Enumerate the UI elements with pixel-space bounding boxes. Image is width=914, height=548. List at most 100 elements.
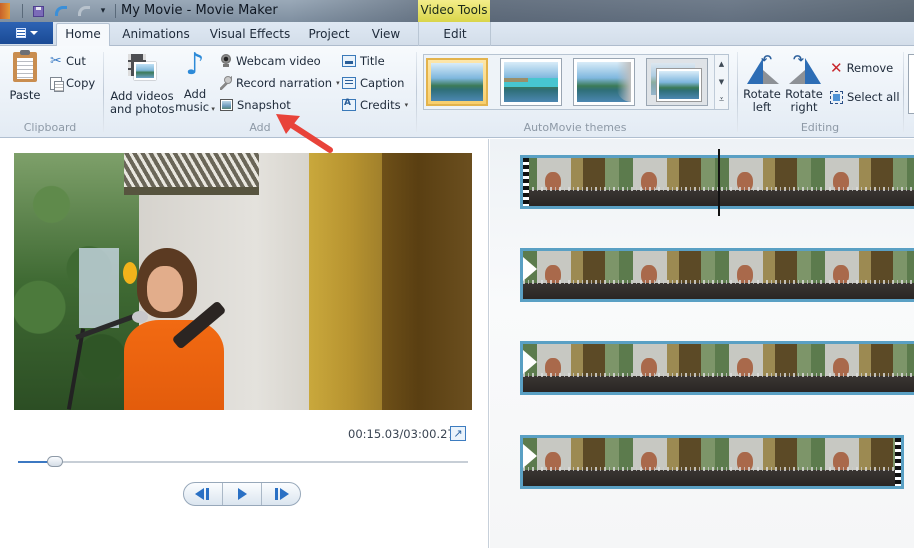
audio-waveform — [523, 467, 901, 486]
rotate-left-button[interactable]: ↶ Rotate left — [742, 54, 782, 114]
copy-icon — [50, 76, 64, 92]
title-button[interactable]: Title — [342, 52, 385, 70]
remove-button[interactable]: ✕ Remove — [830, 59, 893, 77]
annotation-arrow — [276, 114, 333, 153]
expand-arrow-icon: ↗ — [453, 426, 463, 440]
clipboard-icon — [13, 50, 37, 82]
theme-thumbnail — [657, 69, 701, 101]
window-title: My Movie - Movie Maker — [121, 3, 278, 18]
playback-controls — [183, 482, 301, 506]
undo-icon — [55, 6, 67, 16]
bar-glyph — [206, 488, 209, 500]
context-tab-divider — [418, 22, 419, 46]
copy-button[interactable]: Copy — [50, 74, 95, 92]
play-icon — [237, 488, 247, 500]
gallery-scroll-down-button[interactable]: ▼ — [715, 73, 728, 91]
add-videos-photos-button[interactable]: Add videos and photos — [110, 54, 174, 116]
preview-video-frame[interactable] — [14, 153, 472, 410]
play-button[interactable] — [223, 483, 262, 505]
gallery-scroll-up-button[interactable]: ▲ — [715, 55, 728, 73]
main-area: 00:15.03/03:00.27 ↗ — [0, 139, 914, 548]
webcam-video-button[interactable]: Webcam video — [220, 52, 321, 70]
theme-fade[interactable] — [573, 58, 635, 106]
audio-waveform — [523, 280, 914, 299]
add-videos-label-line2: and photos — [110, 102, 175, 116]
group-separator — [903, 52, 904, 132]
add-music-button[interactable]: ♪ Add music ▾ — [175, 50, 215, 116]
save-button[interactable] — [30, 3, 46, 19]
cut-label: Cut — [66, 54, 86, 68]
credits-label: Credits — [360, 98, 401, 112]
paste-button[interactable]: Paste — [8, 50, 42, 102]
scissors-icon: ✂ — [50, 53, 62, 69]
dropdown-arrow-icon: ▾ — [209, 105, 215, 113]
next-group-edge — [908, 54, 914, 114]
group-label-editing: Editing — [800, 121, 840, 134]
credits-icon — [342, 98, 356, 111]
storyboard-pane — [490, 139, 914, 548]
gallery-expand-button[interactable]: ⩡ — [715, 91, 728, 109]
seek-slider-thumb[interactable] — [47, 456, 64, 467]
clip-strip[interactable] — [520, 435, 904, 489]
select-all-button[interactable]: Select all — [830, 88, 900, 106]
group-separator — [103, 52, 104, 132]
previous-frame-button[interactable] — [184, 483, 223, 505]
automovie-themes-gallery: ▲ ▼ ⩡ — [423, 54, 729, 110]
caption-button[interactable]: Caption — [342, 74, 404, 92]
credits-button[interactable]: Credits ▾ — [342, 96, 408, 114]
group-separator — [416, 52, 417, 132]
customize-qat-button[interactable]: ▾ — [95, 3, 111, 19]
fullscreen-preview-button[interactable]: ↗ — [450, 426, 466, 441]
tab-project[interactable]: Project — [303, 24, 355, 46]
clip-strip[interactable] — [520, 341, 914, 395]
timecode-display: 00:15.03/03:00.27 — [348, 427, 455, 441]
paste-label: Paste — [9, 88, 41, 102]
preview-pane: 00:15.03/03:00.27 ↗ — [0, 139, 489, 548]
remove-label: Remove — [846, 61, 894, 75]
clip-strip[interactable] — [520, 155, 914, 209]
clip-start-sprocket — [523, 158, 529, 206]
file-menu-button[interactable] — [0, 22, 53, 44]
ribbon-tab-row: Home Animations Visual Effects Project V… — [0, 22, 914, 47]
theme-thumbnail — [431, 63, 483, 101]
theme-contemporary[interactable] — [500, 58, 562, 106]
video-tools-context-header: Video Tools — [418, 0, 490, 22]
menu-icon — [15, 28, 26, 38]
undo-button[interactable] — [53, 3, 69, 19]
music-note-icon: ♪ — [185, 47, 205, 82]
tab-home[interactable]: Home — [56, 23, 110, 47]
rotate-right-button[interactable]: ↷ Rotate right — [784, 54, 824, 114]
remove-x-icon: ✕ — [830, 59, 843, 77]
playhead-indicator[interactable] — [718, 149, 720, 216]
rotate-right-label-line2: right — [790, 100, 818, 114]
tab-view[interactable]: View — [363, 24, 409, 46]
record-narration-button[interactable]: Record narration ▾ — [220, 74, 340, 92]
snapshot-icon — [220, 99, 233, 111]
clip-end-sprocket — [895, 438, 901, 486]
app-icon[interactable] — [0, 3, 10, 19]
qat-separator — [22, 4, 23, 18]
theme-pan-and-zoom[interactable] — [646, 58, 708, 106]
cut-button[interactable]: ✂ Cut — [50, 52, 86, 70]
annotation-arrow-shaft — [287, 121, 333, 153]
rotate-left-label-line2: left — [752, 100, 772, 114]
tab-visual-effects[interactable]: Visual Effects — [206, 24, 294, 46]
dropdown-arrow-icon: ▾ — [404, 101, 409, 109]
clip-strip[interactable] — [520, 248, 914, 302]
title-bar: ▾ My Movie - Movie Maker Video Tools — [0, 0, 914, 22]
tab-edit[interactable]: Edit — [420, 24, 490, 46]
caption-icon — [342, 77, 356, 89]
theme-default[interactable] — [426, 58, 488, 106]
save-icon — [32, 5, 44, 17]
redo-button[interactable] — [76, 3, 92, 19]
next-frame-button[interactable] — [262, 483, 300, 505]
tab-animations[interactable]: Animations — [118, 24, 194, 46]
select-all-label: Select all — [847, 90, 900, 104]
audio-waveform — [523, 373, 914, 392]
group-label-clipboard: Clipboard — [23, 121, 77, 134]
seek-slider[interactable] — [18, 456, 468, 467]
transition-marker-icon — [523, 350, 537, 374]
rotate-right-icon: ↷ — [787, 54, 821, 84]
rotate-left-icon: ↶ — [745, 54, 779, 84]
copy-label: Copy — [66, 76, 96, 90]
